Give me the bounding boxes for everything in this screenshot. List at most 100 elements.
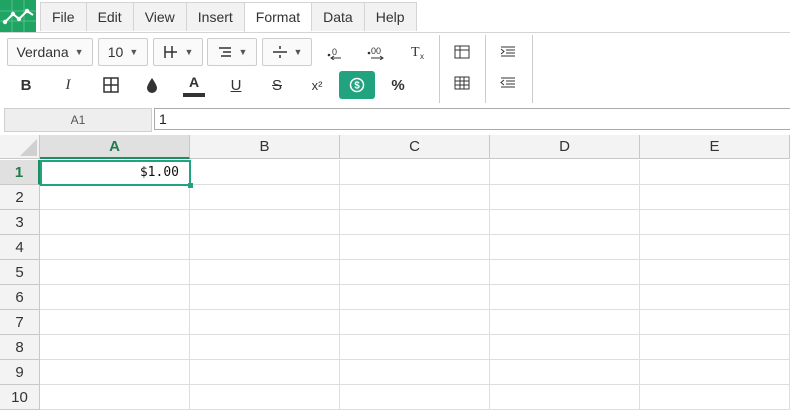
select-all-corner[interactable] (0, 135, 40, 159)
cell-a1[interactable]: $1.00 (40, 160, 191, 186)
formula-input[interactable]: 1 (154, 108, 790, 130)
cell-c10[interactable] (340, 385, 490, 410)
cell-b5[interactable] (190, 260, 340, 285)
underline-button[interactable]: U (224, 73, 248, 97)
cell-b8[interactable] (190, 335, 340, 360)
font-family-select[interactable]: Verdana ▼ (7, 38, 93, 66)
cell-d7[interactable] (490, 310, 640, 335)
cell-d6[interactable] (490, 285, 640, 310)
cell-c7[interactable] (340, 310, 490, 335)
column-header-b[interactable]: B (190, 135, 340, 159)
cell-a8[interactable] (40, 335, 190, 360)
borders-icon (103, 77, 119, 93)
superscript-button[interactable]: x² (305, 73, 329, 97)
cell-e8[interactable] (640, 335, 790, 360)
row-header-2[interactable]: 2 (0, 185, 40, 210)
row-header-5[interactable]: 5 (0, 260, 40, 285)
row-header-8[interactable]: 8 (0, 335, 40, 360)
italic-button[interactable]: I (56, 73, 80, 97)
cell-d3[interactable] (490, 210, 640, 235)
svg-text:x: x (420, 52, 424, 60)
currency-button[interactable]: $ (339, 71, 375, 99)
fill-handle[interactable] (188, 183, 193, 188)
cell-a3[interactable] (40, 210, 190, 235)
cell-b7[interactable] (190, 310, 340, 335)
cell-e7[interactable] (640, 310, 790, 335)
cell-a5[interactable] (40, 260, 190, 285)
cell-d2[interactable] (490, 185, 640, 210)
row-header-4[interactable]: 4 (0, 235, 40, 260)
cell-e6[interactable] (640, 285, 790, 310)
menu-insert[interactable]: Insert (185, 2, 244, 31)
menu-file[interactable]: File (40, 2, 86, 31)
menu-edit[interactable]: Edit (85, 2, 133, 31)
cell-a7[interactable] (40, 310, 190, 335)
cell-b1[interactable] (190, 160, 340, 185)
cell-c5[interactable] (340, 260, 490, 285)
indent-button[interactable] (496, 40, 520, 64)
cell-e5[interactable] (640, 260, 790, 285)
cell-d5[interactable] (490, 260, 640, 285)
row-header-6[interactable]: 6 (0, 285, 40, 310)
cell-c4[interactable] (340, 235, 490, 260)
cell-b3[interactable] (190, 210, 340, 235)
cell-e1[interactable] (640, 160, 790, 185)
cell-d4[interactable] (490, 235, 640, 260)
cell-e10[interactable] (640, 385, 790, 410)
menu-format[interactable]: Format (243, 2, 312, 32)
cell-reference-box[interactable]: A1 (4, 108, 152, 132)
increase-decimal-button[interactable]: 00 (364, 40, 390, 64)
cell-b4[interactable] (190, 235, 340, 260)
cell-d9[interactable] (490, 360, 640, 385)
clear-format-button[interactable]: Tx (405, 40, 431, 64)
cell-a6[interactable] (40, 285, 190, 310)
row-header-1[interactable]: 1 (0, 160, 40, 185)
table-button[interactable] (450, 71, 474, 95)
bold-button[interactable]: B (14, 73, 38, 97)
cell-a2[interactable] (40, 185, 190, 210)
cell-c2[interactable] (340, 185, 490, 210)
cell-a4[interactable] (40, 235, 190, 260)
freeze-button[interactable] (450, 40, 474, 64)
column-header-a[interactable]: A (40, 135, 190, 159)
cell-b2[interactable] (190, 185, 340, 210)
cell-c8[interactable] (340, 335, 490, 360)
align-dropdown[interactable]: ▼ (207, 38, 257, 66)
cell-e9[interactable] (640, 360, 790, 385)
menu-data[interactable]: Data (311, 2, 364, 31)
column-header-e[interactable]: E (640, 135, 790, 159)
row-header-7[interactable]: 7 (0, 310, 40, 335)
cell-e2[interactable] (640, 185, 790, 210)
menu-help[interactable]: Help (363, 2, 417, 31)
cell-d10[interactable] (490, 385, 640, 410)
cell-c6[interactable] (340, 285, 490, 310)
cell-b9[interactable] (190, 360, 340, 385)
percent-button[interactable]: % (386, 73, 410, 97)
row-header-3[interactable]: 3 (0, 210, 40, 235)
cell-b6[interactable] (190, 285, 340, 310)
decrease-decimal-button[interactable]: 0 (322, 40, 348, 64)
borders-button[interactable] (99, 73, 123, 97)
cell-d1[interactable] (490, 160, 640, 185)
fill-color-button[interactable] (140, 73, 164, 97)
border-style-dropdown[interactable]: ▼ (153, 38, 203, 66)
cell-e3[interactable] (640, 210, 790, 235)
cell-c3[interactable] (340, 210, 490, 235)
menu-view[interactable]: View (132, 2, 186, 31)
strikethrough-button[interactable]: S (265, 73, 289, 97)
cell-c1[interactable] (340, 160, 490, 185)
font-size-select[interactable]: 10 ▼ (98, 38, 148, 66)
row-header-9[interactable]: 9 (0, 360, 40, 385)
cell-e4[interactable] (640, 235, 790, 260)
column-header-d[interactable]: D (490, 135, 640, 159)
outdent-button[interactable] (496, 71, 520, 95)
cell-c9[interactable] (340, 360, 490, 385)
cell-a9[interactable] (40, 360, 190, 385)
cell-b10[interactable] (190, 385, 340, 410)
cell-d8[interactable] (490, 335, 640, 360)
cell-a10[interactable] (40, 385, 190, 410)
row-header-10[interactable]: 10 (0, 385, 40, 410)
column-header-c[interactable]: C (340, 135, 490, 159)
font-color-button[interactable]: A (181, 71, 207, 99)
valign-dropdown[interactable]: ▼ (262, 38, 312, 66)
